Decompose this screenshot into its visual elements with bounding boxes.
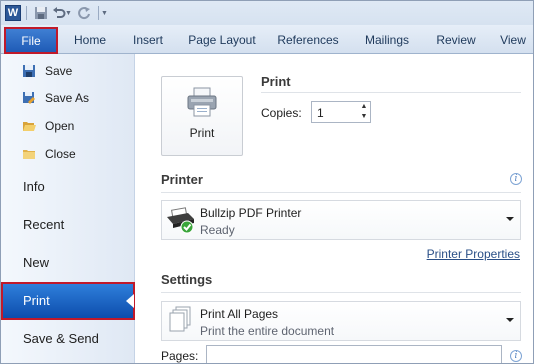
tab-references[interactable]: References bbox=[273, 28, 343, 53]
save-as-icon bbox=[21, 90, 37, 106]
printer-dropdown[interactable]: Bullzip PDF Printer Ready bbox=[161, 200, 521, 240]
printer-icon bbox=[186, 87, 218, 120]
nav-recent[interactable]: Recent bbox=[1, 206, 135, 244]
save-as-command-label: Save As bbox=[45, 91, 90, 105]
pages-info-icon[interactable]: i bbox=[510, 350, 522, 362]
divider bbox=[161, 292, 521, 293]
spin-down-icon[interactable]: ▼ bbox=[358, 112, 370, 122]
chevron-down-icon bbox=[506, 318, 514, 322]
print-range-option: Print All Pages bbox=[200, 307, 279, 321]
nav-print[interactable]: Print bbox=[1, 282, 135, 320]
close-folder-icon bbox=[21, 146, 37, 162]
customize-toolbar-icon[interactable]: ▼ bbox=[101, 10, 108, 17]
tab-mailings[interactable]: Mailings bbox=[355, 28, 419, 53]
print-range-dropdown[interactable]: Print All Pages Print the entire documen… bbox=[161, 301, 521, 341]
nav-save-and-send[interactable]: Save & Send bbox=[1, 320, 135, 358]
print-button-label: Print bbox=[189, 126, 215, 140]
copies-stepper[interactable]: 1 ▲ ▼ bbox=[311, 101, 371, 123]
pages-icon bbox=[168, 306, 192, 339]
print-range-description: Print the entire document bbox=[200, 324, 335, 338]
word-app-icon[interactable]: W bbox=[5, 5, 21, 21]
open-folder-icon bbox=[21, 118, 37, 134]
copies-value: 1 bbox=[317, 106, 324, 120]
tab-review[interactable]: Review bbox=[431, 28, 481, 53]
tab-file[interactable]: File bbox=[4, 27, 58, 54]
save-icon[interactable] bbox=[32, 4, 50, 22]
open-command[interactable]: Open bbox=[1, 113, 135, 139]
printer-name: Bullzip PDF Printer bbox=[200, 206, 302, 220]
printer-info-icon[interactable]: i bbox=[510, 173, 522, 185]
tab-home[interactable]: Home bbox=[67, 28, 113, 53]
pages-input[interactable] bbox=[206, 345, 502, 363]
ribbon-tabs: File Home Insert Page Layout References … bbox=[1, 25, 533, 54]
quick-access-toolbar: W ▼ ▼ bbox=[1, 1, 533, 25]
close-command[interactable]: Close bbox=[1, 141, 135, 167]
undo-dropdown-icon[interactable]: ▼ bbox=[65, 10, 72, 17]
divider bbox=[161, 192, 521, 193]
print-heading: Print bbox=[261, 74, 291, 89]
printer-heading: Printer bbox=[161, 172, 203, 187]
tab-insert[interactable]: Insert bbox=[125, 28, 171, 53]
toolbar-divider bbox=[97, 6, 99, 20]
nav-info[interactable]: Info bbox=[1, 168, 135, 206]
backstage-nav: Save Save As Open Close Info Recent New … bbox=[1, 54, 135, 363]
printer-status: Ready bbox=[200, 223, 235, 237]
settings-heading: Settings bbox=[161, 272, 213, 287]
print-pane: Print Print Copies: 1 ▲ ▼ Printer i Bull… bbox=[136, 54, 533, 363]
printer-properties-link[interactable]: Printer Properties bbox=[427, 247, 520, 261]
nav-new[interactable]: New bbox=[1, 244, 135, 282]
word-backstage-window: W ▼ ▼ File Home Insert Page Layout Refer… bbox=[0, 0, 534, 364]
printer-device-icon bbox=[166, 207, 196, 238]
toolbar-divider bbox=[26, 6, 27, 20]
chevron-down-icon bbox=[506, 217, 514, 221]
tab-page-layout[interactable]: Page Layout bbox=[183, 28, 261, 53]
tab-view[interactable]: View bbox=[493, 28, 533, 53]
close-command-label: Close bbox=[45, 147, 76, 161]
spin-up-icon[interactable]: ▲ bbox=[358, 102, 370, 112]
divider bbox=[261, 92, 521, 93]
save-as-command[interactable]: Save As bbox=[1, 85, 135, 111]
copies-spin: ▲ ▼ bbox=[358, 102, 370, 122]
save-command[interactable]: Save bbox=[1, 58, 135, 84]
print-button[interactable]: Print bbox=[161, 76, 243, 156]
copies-label: Copies: bbox=[261, 106, 302, 120]
pages-label: Pages: bbox=[161, 349, 199, 363]
redo-icon[interactable] bbox=[75, 4, 93, 22]
open-command-label: Open bbox=[45, 119, 75, 133]
save-command-label: Save bbox=[45, 64, 73, 78]
save-icon bbox=[21, 63, 37, 79]
